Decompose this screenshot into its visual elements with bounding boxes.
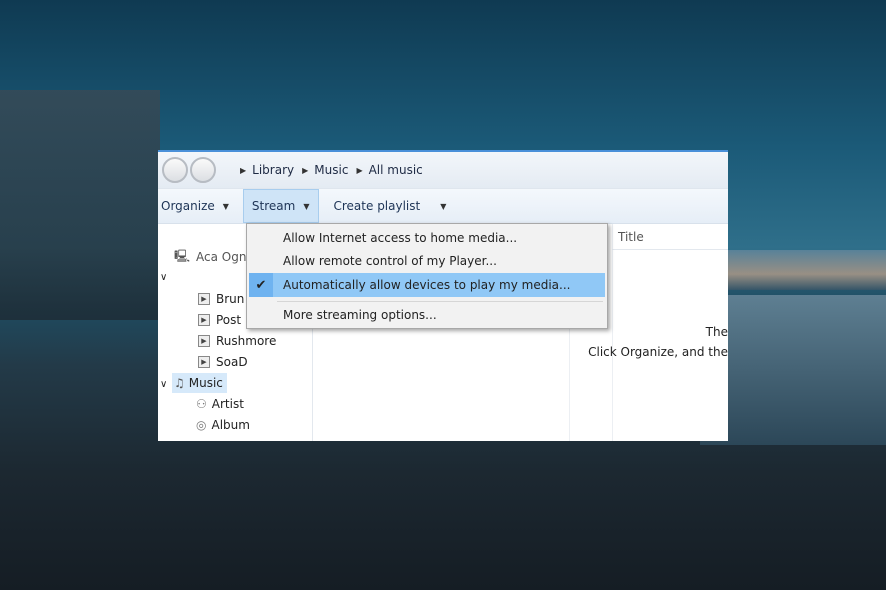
nav-album[interactable]: ◎ Album bbox=[196, 415, 250, 435]
artist-icon: ⚇ bbox=[196, 397, 207, 411]
crumb-all-music[interactable]: All music bbox=[369, 163, 423, 177]
playlist-icon: ▶ bbox=[198, 356, 210, 368]
organize-label: Organize bbox=[161, 199, 215, 213]
menu-item-label: Automatically allow devices to play my m… bbox=[283, 278, 571, 292]
menu-separator bbox=[277, 301, 603, 302]
checkmark-icon: ✔ bbox=[249, 273, 273, 297]
back-button[interactable] bbox=[162, 157, 188, 183]
nav-label: Rushmore bbox=[216, 334, 277, 348]
stream-menu: Allow Internet access to home media... A… bbox=[246, 223, 608, 329]
background-cliff bbox=[0, 90, 160, 320]
crumb-music[interactable]: Music bbox=[314, 163, 348, 177]
chevron-down-icon[interactable]: ∨ bbox=[160, 374, 167, 394]
breadcrumb: ▶ Library ▶ Music ▶ All music bbox=[232, 163, 423, 177]
forward-button[interactable] bbox=[190, 157, 216, 183]
playlist-icon: ▶ bbox=[198, 293, 210, 305]
empty-message-line1: The bbox=[705, 325, 728, 339]
address-bar: ▶ Library ▶ Music ▶ All music bbox=[158, 152, 728, 189]
nav-user-label: Aca Ogn bbox=[196, 250, 247, 264]
menu-item-more-streaming-options[interactable]: More streaming options... bbox=[249, 303, 605, 327]
stream-label: Stream bbox=[251, 199, 296, 213]
stream-button[interactable]: Stream ▼ bbox=[242, 189, 319, 223]
nav-playlist[interactable]: ▶ Rushmore bbox=[198, 331, 276, 351]
menu-item-label: Allow Internet access to home media... bbox=[283, 231, 518, 245]
nav-artist[interactable]: ⚇ Artist bbox=[196, 394, 244, 414]
chevron-down-icon: ▼ bbox=[222, 201, 229, 211]
nav-music[interactable]: ♫ Music bbox=[172, 373, 227, 393]
toolbar: Organize ▼ Stream ▼ Create playlist ▼ bbox=[158, 189, 728, 224]
nav-label: SoaD bbox=[216, 355, 248, 369]
nav-label: Brun bbox=[216, 292, 245, 306]
music-note-icon: ♫ bbox=[174, 376, 185, 390]
title-header-label: Title bbox=[618, 230, 644, 244]
background-sunset bbox=[720, 250, 886, 290]
nav-label: Artist bbox=[211, 397, 244, 411]
nav-playlist[interactable]: ▶ SoaD bbox=[198, 352, 248, 372]
create-playlist-label: Create playlist bbox=[333, 199, 421, 213]
chevron-down-icon[interactable]: ∨ bbox=[160, 267, 167, 287]
menu-item-allow-remote-control[interactable]: Allow remote control of my Player... bbox=[249, 249, 605, 273]
empty-message-line2: Click Organize, and the bbox=[588, 345, 728, 359]
nav-playlist[interactable]: ▶ Post bbox=[198, 310, 241, 330]
column-divider bbox=[612, 224, 613, 441]
album-icon: ◎ bbox=[196, 418, 207, 432]
nav-label: Post bbox=[216, 313, 242, 327]
playlist-icon: ▶ bbox=[198, 314, 210, 326]
nav-label: Music bbox=[188, 376, 223, 390]
nav-playlist[interactable]: ▶ Brun bbox=[198, 289, 244, 309]
playlist-icon: ▶ bbox=[198, 335, 210, 347]
chevron-down-icon: ▼ bbox=[440, 201, 447, 211]
menu-item-auto-allow-devices[interactable]: ✔ Automatically allow devices to play my … bbox=[249, 273, 605, 297]
menu-item-label: More streaming options... bbox=[283, 308, 437, 322]
chevron-down-icon: ▼ bbox=[303, 201, 310, 211]
menu-item-allow-internet-access[interactable]: Allow Internet access to home media... bbox=[249, 226, 605, 250]
nav-label: Album bbox=[211, 418, 250, 432]
crumb-library[interactable]: Library bbox=[252, 163, 294, 177]
chevron-right-icon: ▶ bbox=[356, 165, 363, 175]
menu-item-label: Allow remote control of my Player... bbox=[283, 254, 497, 268]
create-playlist-button[interactable]: Create playlist ▼ bbox=[331, 189, 453, 223]
chevron-right-icon: ▶ bbox=[240, 165, 247, 175]
column-header-title[interactable]: Title bbox=[612, 224, 728, 250]
user-icon: 🖳 bbox=[174, 248, 191, 263]
nav-user[interactable]: 🖳 Aca Ogn bbox=[174, 247, 246, 267]
chevron-right-icon: ▶ bbox=[302, 165, 309, 175]
organize-button[interactable]: Organize ▼ bbox=[158, 189, 235, 223]
